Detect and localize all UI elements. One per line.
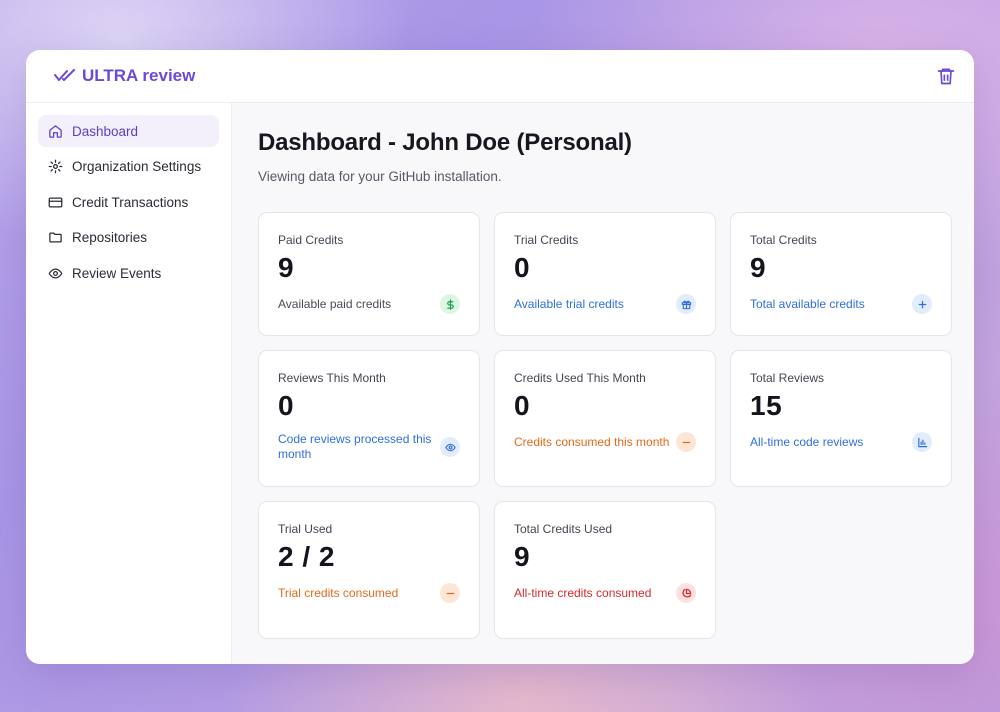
stat-description: All-time credits consumed <box>514 585 652 600</box>
stat-description: All-time code reviews <box>750 434 864 449</box>
stat-card-reviews-this-month: Reviews This Month 0 Code reviews proces… <box>258 350 480 487</box>
stat-value: 9 <box>750 252 767 283</box>
minus-icon <box>676 432 696 452</box>
sidebar-item-label: Repositories <box>72 230 148 245</box>
sidebar-item-label: Credit Transactions <box>72 194 189 210</box>
stat-label: Reviews This Month <box>278 371 386 385</box>
stat-description: Trial credits consumed <box>278 585 399 600</box>
trash-icon[interactable] <box>936 66 956 86</box>
stat-description: Available trial credits <box>514 296 624 311</box>
stats-grid: Paid Credits 9 Available paid credits Tr… <box>258 212 952 639</box>
stat-card-paid-credits: Paid Credits 9 Available paid credits <box>258 212 480 336</box>
sidebar-item-label: Review Events <box>72 265 162 281</box>
sidebar-item-label: Organization Settings <box>72 159 202 174</box>
credit-card-icon <box>48 197 63 207</box>
stat-value: 2 / 2 <box>278 541 335 572</box>
sidebar-item-review-events[interactable]: Review Events <box>38 257 219 289</box>
sidebar-item-dashboard[interactable]: Dashboard <box>38 115 219 147</box>
stat-label: Total Credits <box>750 233 817 247</box>
minus-icon <box>440 583 460 603</box>
sidebar: Dashboard Organization Settings Credit T… <box>26 103 232 664</box>
stat-value: 0 <box>514 390 531 421</box>
stat-label: Credits Used This Month <box>514 371 646 385</box>
gear-icon <box>48 159 63 174</box>
eye-icon <box>48 268 63 278</box>
stat-value: 0 <box>278 390 295 421</box>
page-title: Dashboard - John Doe (Personal) <box>258 129 632 156</box>
sidebar-item-organization-settings[interactable]: Organization Settings <box>38 151 219 183</box>
stat-description: Credits consumed this month <box>514 434 670 449</box>
stat-label: Total Reviews <box>750 371 825 385</box>
sidebar-item-credit-transactions[interactable]: Credit Transactions <box>38 186 219 218</box>
home-icon <box>49 124 62 138</box>
stat-card-total-reviews: Total Reviews 15 All-time code reviews <box>730 350 952 487</box>
stat-value: 9 <box>278 252 295 283</box>
brand-name: ULTRA review <box>82 66 196 85</box>
stat-label: Total Credits Used <box>514 522 613 536</box>
stat-card-credits-used-this-month: Credits Used This Month 0 Credits consum… <box>494 350 716 487</box>
dollar-icon <box>440 294 460 314</box>
double-check-icon <box>54 69 75 81</box>
stat-label: Trial Used <box>278 522 333 536</box>
page-subtitle: Viewing data for your GitHub installatio… <box>258 169 502 184</box>
folder-icon <box>49 232 62 243</box>
sidebar-item-repositories[interactable]: Repositories <box>38 222 219 254</box>
main-content: Dashboard - John Doe (Personal) Viewing … <box>232 103 974 664</box>
stat-value: 0 <box>514 252 531 283</box>
eye-icon <box>440 437 460 457</box>
brand-logo[interactable]: ULTRA review <box>54 66 195 86</box>
stat-card-trial-used: Trial Used 2 / 2 Trial credits consumed <box>258 501 480 639</box>
gift-icon <box>676 294 696 314</box>
sidebar-item-label: Dashboard <box>72 123 139 139</box>
stat-description: Available paid credits <box>278 296 392 311</box>
stat-label: Trial Credits <box>514 233 579 247</box>
stat-value: 9 <box>514 541 531 572</box>
stat-label: Paid Credits <box>278 233 344 247</box>
stat-description: Total available credits <box>750 296 865 311</box>
stat-description: Code reviews processed this month <box>278 432 432 461</box>
stat-value: 15 <box>750 390 783 421</box>
stat-card-trial-credits: Trial Credits 0 Available trial credits <box>494 212 716 336</box>
stat-card-total-credits-used: Total Credits Used 9 All-time credits co… <box>494 501 716 639</box>
stat-card-total-credits: Total Credits 9 Total available credits <box>730 212 952 336</box>
app-window: ULTRA review Dashboard Organization Sett… <box>26 50 974 664</box>
top-bar: ULTRA review <box>26 50 974 103</box>
bar-chart-icon <box>912 432 932 452</box>
pie-chart-icon <box>676 583 696 603</box>
plus-icon <box>912 294 932 314</box>
